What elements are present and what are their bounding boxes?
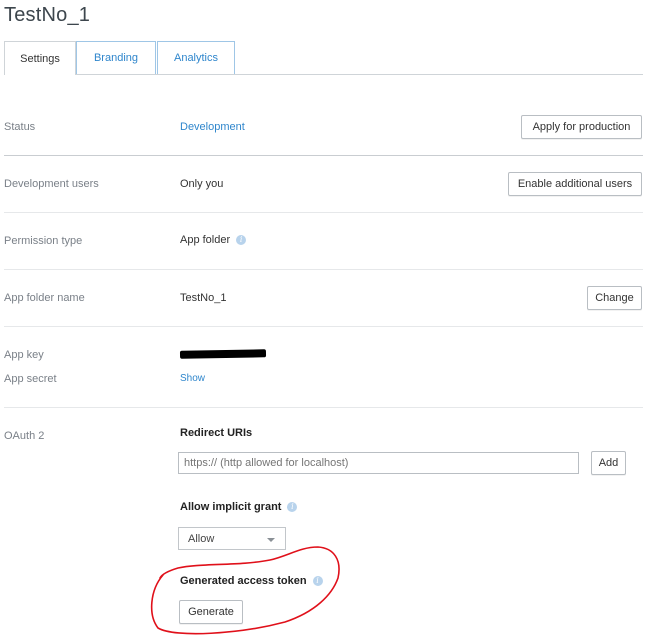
redirect-uri-input[interactable] bbox=[178, 452, 579, 474]
tab-divider bbox=[76, 74, 643, 75]
app-folder-name-label: App folder name bbox=[4, 292, 85, 304]
chevron-down-icon bbox=[267, 538, 275, 542]
tab-settings[interactable]: Settings bbox=[4, 41, 76, 75]
add-redirect-button[interactable]: Add bbox=[591, 451, 626, 475]
info-icon[interactable]: i bbox=[236, 235, 247, 246]
info-icon[interactable]: i bbox=[312, 576, 323, 587]
permission-type-label: Permission type bbox=[4, 235, 83, 247]
info-icon[interactable]: i bbox=[287, 502, 298, 513]
app-key-label: App key bbox=[4, 349, 44, 361]
generated-access-token-heading: Generated access token bbox=[180, 575, 307, 587]
divider bbox=[4, 212, 643, 213]
oauth-label: OAuth 2 bbox=[4, 430, 45, 442]
status-value-link[interactable]: Development bbox=[180, 121, 245, 133]
redacted-app-key bbox=[179, 349, 267, 359]
implicit-grant-heading: Allow implicit grant bbox=[180, 501, 282, 513]
show-secret-link[interactable]: Show bbox=[180, 373, 205, 384]
implicit-grant-value: Allow bbox=[188, 532, 215, 545]
page-title: TestNo_1 bbox=[4, 4, 91, 26]
implicit-grant-select[interactable]: Allow bbox=[178, 527, 286, 550]
change-button[interactable]: Change bbox=[587, 286, 642, 310]
divider bbox=[4, 326, 643, 327]
permission-type-row: App folder i bbox=[180, 234, 247, 246]
dev-users-value: Only you bbox=[180, 178, 224, 190]
divider bbox=[4, 407, 643, 408]
apply-for-production-button[interactable]: Apply for production bbox=[521, 115, 642, 139]
redirect-uris-heading: Redirect URIs bbox=[180, 427, 253, 439]
tab-branding[interactable]: Branding bbox=[76, 41, 156, 74]
tab-analytics[interactable]: Analytics bbox=[157, 41, 235, 74]
generate-token-button[interactable]: Generate bbox=[179, 600, 243, 624]
enable-additional-users-button[interactable]: Enable additional users bbox=[508, 172, 642, 196]
red-annotation-circle bbox=[150, 546, 340, 635]
status-label: Status bbox=[4, 121, 36, 133]
permission-type-value: App folder bbox=[180, 234, 231, 246]
app-secret-label: App secret bbox=[4, 373, 57, 385]
dev-users-label: Development users bbox=[4, 178, 99, 190]
app-folder-name-value: TestNo_1 bbox=[180, 292, 227, 304]
divider bbox=[4, 269, 643, 270]
implicit-grant-row: Allow implicit grant i bbox=[180, 501, 298, 513]
token-row: Generated access token i bbox=[180, 575, 323, 587]
divider bbox=[4, 155, 643, 156]
